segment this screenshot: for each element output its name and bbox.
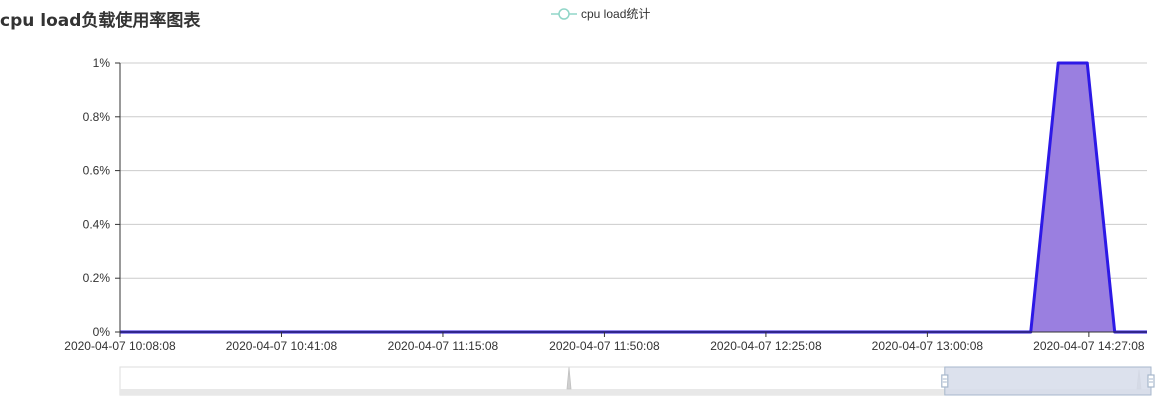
y-tick-label: 0.2% (83, 271, 111, 285)
y-tick-label: 0.6% (83, 164, 111, 178)
x-axis-labels: 2020-04-07 10:08:08 2020-04-07 10:41:08 20… (64, 339, 1145, 353)
y-tick-label: 0.4% (83, 217, 111, 231)
x-tick-label: 2020-04-07 12:25:08 (710, 339, 822, 353)
grid-lines (120, 62, 1147, 279)
x-tick-label: 2020-04-07 13:00:08 (872, 339, 984, 353)
zoom-window (944, 366, 1152, 396)
x-tick-label: 2020-04-07 10:41:08 (226, 339, 338, 353)
y-tick-label: 0% (93, 325, 111, 339)
x-tick-label: 2020-04-07 14:27:08 (1033, 339, 1145, 353)
axis-layer (115, 62, 1147, 337)
x-tick-label: 2020-04-07 11:15:08 (388, 339, 499, 353)
x-tick-label: 2020-04-07 11:50:08 (549, 339, 660, 353)
x-tick-label: 2020-04-07 10:08:08 (64, 339, 176, 353)
series-area (120, 63, 1147, 332)
zoom-end-handle[interactable] (1147, 374, 1155, 388)
data-zoom-slider[interactable] (119, 366, 1155, 396)
y-axis-labels: 0% 0.2% 0.4% 0.6% 0.8% 1% (83, 56, 111, 339)
cpu-load-chart: 0% 0.2% 0.4% 0.6% 0.8% 1% 2020-04-07 10:08:08… (64, 56, 1155, 396)
zoom-start-handle[interactable] (941, 374, 949, 388)
y-tick-label: 1% (93, 56, 111, 70)
y-tick-label: 0.8% (83, 110, 111, 124)
series-area-layer (120, 61, 1147, 334)
series-line (120, 61, 1147, 334)
